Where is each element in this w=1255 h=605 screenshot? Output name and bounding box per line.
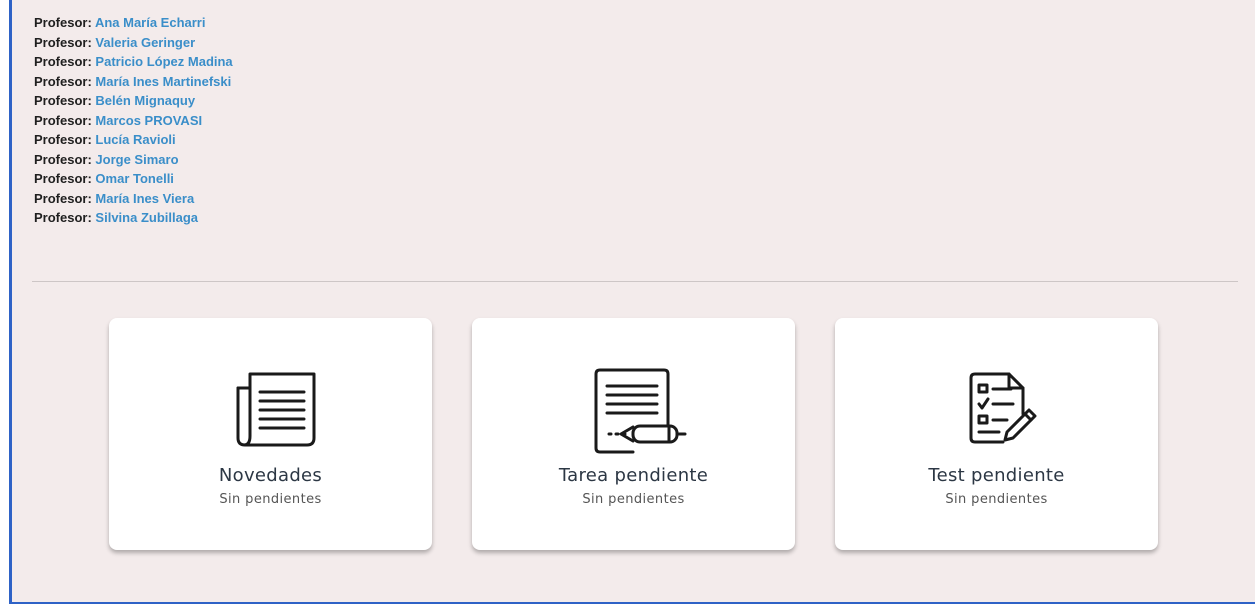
teacher-list: Profesor: Ana María Echarri Profesor: Va… xyxy=(34,13,233,228)
card-title: Tarea pendiente xyxy=(558,465,709,486)
checklist-icon xyxy=(969,372,1036,444)
teacher-item: Profesor: María Ines Viera xyxy=(34,189,233,209)
teacher-name-link[interactable]: Lucía Ravioli xyxy=(95,132,175,147)
card-status: Sin pendientes xyxy=(945,492,1048,507)
teacher-item: Profesor: Lucía Ravioli xyxy=(34,130,233,150)
teacher-item: Profesor: Belén Mignaquy xyxy=(34,91,233,111)
teacher-name-link[interactable]: Ana María Echarri xyxy=(95,15,206,30)
newspaper-icon xyxy=(236,372,315,447)
card-status: Sin pendientes xyxy=(582,492,685,507)
teacher-item: Profesor: Ana María Echarri xyxy=(34,13,233,33)
teacher-item: Profesor: Valeria Geringer xyxy=(34,33,233,53)
teacher-role-label: Profesor: xyxy=(34,190,92,206)
teacher-item: Profesor: Patricio López Madina xyxy=(34,52,233,72)
teacher-role-label: Profesor: xyxy=(34,151,92,167)
course-panel: Profesor: Ana María Echarri Profesor: Va… xyxy=(9,0,1255,604)
card-title: Test pendiente xyxy=(928,465,1065,486)
teacher-item: Profesor: Omar Tonelli xyxy=(34,169,233,189)
teacher-role-label: Profesor: xyxy=(34,112,92,128)
document-pen-icon xyxy=(594,368,686,454)
teacher-role-label: Profesor: xyxy=(34,210,92,225)
card-status: Sin pendientes xyxy=(219,492,322,507)
teacher-name-link[interactable]: Valeria Geringer xyxy=(95,35,195,50)
card-title: Novedades xyxy=(218,465,323,486)
novedades-card[interactable]: Novedades Sin pendientes xyxy=(109,318,432,550)
teacher-name-link[interactable]: Silvina Zubillaga xyxy=(95,210,198,225)
teacher-role-label: Profesor: xyxy=(34,171,92,186)
teacher-name-link[interactable]: Omar Tonelli xyxy=(95,171,174,186)
test-pendiente-card[interactable]: Test pendiente Sin pendientes xyxy=(835,318,1158,550)
teacher-name-link[interactable]: Patricio López Madina xyxy=(95,54,232,69)
teacher-role-label: Profesor: xyxy=(34,93,92,108)
teacher-item: Profesor: María Ines Martinefski xyxy=(34,72,233,92)
teacher-role-label: Profesor: xyxy=(34,34,92,50)
teacher-item: Profesor: Jorge Simaro xyxy=(34,150,233,170)
teacher-item: Profesor: Silvina Zubillaga xyxy=(34,208,233,228)
teacher-role-label: Profesor: xyxy=(34,15,92,30)
section-divider xyxy=(32,281,1238,282)
teacher-name-link[interactable]: Belén Mignaquy xyxy=(95,93,195,108)
teacher-name-link[interactable]: Marcos PROVASI xyxy=(95,113,202,128)
teacher-name-link[interactable]: Jorge Simaro xyxy=(95,152,178,167)
tarea-pendiente-card[interactable]: Tarea pendiente Sin pendientes xyxy=(472,318,795,550)
teacher-name-link[interactable]: María Ines Martinefski xyxy=(95,74,231,89)
teacher-item: Profesor: Marcos PROVASI xyxy=(34,111,233,131)
teacher-name-link[interactable]: María Ines Viera xyxy=(95,191,194,206)
teacher-role-label: Profesor: xyxy=(34,73,92,89)
teacher-role-label: Profesor: xyxy=(34,132,92,147)
teacher-role-label: Profesor: xyxy=(34,54,92,69)
